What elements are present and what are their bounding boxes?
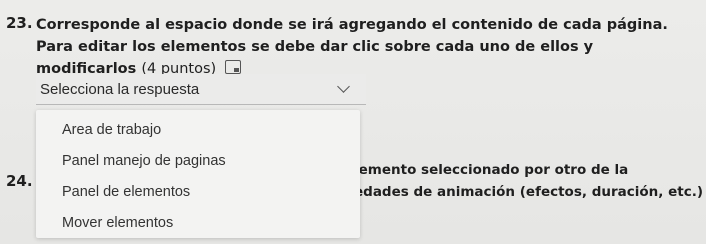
option-panel-de-elementos[interactable]: Panel de elementos bbox=[62, 184, 190, 200]
option-panel-manejo-de-paginas[interactable]: Panel manejo de paginas bbox=[62, 153, 226, 169]
answer-select-placeholder: Selecciona la respuesta bbox=[40, 80, 200, 98]
question-24-text-line1: lemento seleccionado por otro de la bbox=[354, 162, 629, 178]
question-23-number: 23. bbox=[6, 14, 33, 32]
question-23-text: Corresponde al espacio donde se irá agre… bbox=[36, 14, 696, 80]
option-area-de-trabajo[interactable]: Area de trabajo bbox=[62, 122, 161, 138]
chevron-down-icon[interactable] bbox=[337, 80, 350, 93]
image-icon[interactable] bbox=[225, 60, 242, 74]
answer-select[interactable]: Selecciona la respuesta bbox=[36, 74, 366, 105]
answer-dropdown-menu: Area de trabajo Panel manejo de paginas … bbox=[36, 110, 360, 238]
question-24-text-line2: edades de animación (efectos, duración, … bbox=[354, 184, 703, 200]
quiz-page: 23. Corresponde al espacio donde se irá … bbox=[0, 0, 706, 244]
question-24-number: 24. bbox=[6, 172, 33, 190]
question-23-prompt: Corresponde al espacio donde se irá agre… bbox=[36, 17, 668, 77]
option-mover-elementos[interactable]: Mover elementos bbox=[62, 215, 173, 231]
